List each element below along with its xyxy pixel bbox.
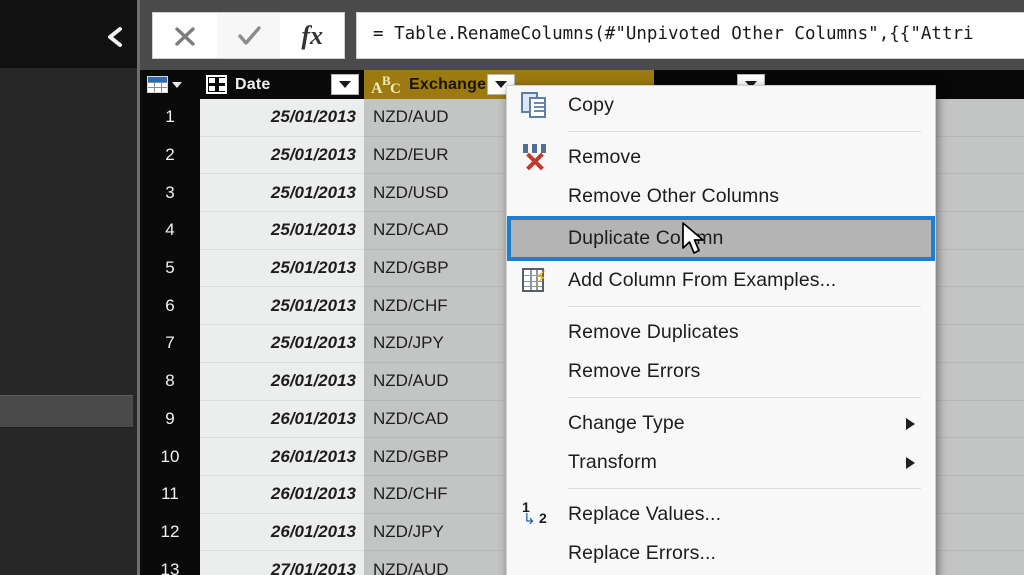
chevron-left-glyph <box>108 27 122 47</box>
row-number-cell[interactable]: 5 <box>140 249 200 288</box>
menu-item-remove-errors[interactable]: Remove Errors <box>507 352 935 391</box>
submenu-arrow-icon <box>906 456 915 469</box>
power-query-editor-window: fx = Table.RenameColumns(#"Unpivoted Oth… <box>0 0 1024 575</box>
date-cell[interactable]: 25/01/2013 <box>200 287 364 326</box>
date-cell[interactable]: 26/01/2013 <box>200 513 364 552</box>
add-column-examples-icon: ⚡ <box>521 267 551 295</box>
row-number-cell[interactable]: 2 <box>140 136 200 175</box>
menu-item-change-type[interactable]: Change Type <box>507 404 935 443</box>
row-number-cell[interactable]: 1 <box>140 99 200 137</box>
menu-item-replace-values[interactable]: 1 ↳ 2 Replace Values... <box>507 495 935 534</box>
menu-item-add-column-from-examples[interactable]: ⚡ Add Column From Examples... <box>507 261 935 300</box>
menu-item-label: Remove Duplicates <box>568 321 739 343</box>
replace-values-icon: 1 ↳ 2 <box>522 498 547 528</box>
date-cell[interactable]: 26/01/2013 <box>200 475 364 514</box>
date-cell[interactable]: 25/01/2013 <box>200 212 364 250</box>
menu-item-replace-errors[interactable]: Replace Errors... <box>507 534 935 573</box>
queries-sidebar <box>0 0 140 575</box>
menu-item-label: Change Type <box>568 412 685 434</box>
date-cell[interactable]: 25/01/2013 <box>200 99 364 137</box>
check-glyph <box>237 25 261 45</box>
row-number-cell[interactable]: 4 <box>140 212 200 250</box>
x-glyph <box>175 26 195 46</box>
row-number-cell[interactable]: 6 <box>140 287 200 326</box>
date-cell[interactable]: 25/01/2013 <box>200 174 364 213</box>
menu-item-label: Add Column From Examples... <box>568 269 837 291</box>
query-list-item-selected[interactable] <box>0 395 133 428</box>
menu-item-label: Replace Values... <box>568 503 722 525</box>
column-header-rownumber[interactable] <box>140 70 200 99</box>
accept-check-icon[interactable] <box>216 13 281 58</box>
row-number-cell[interactable]: 9 <box>140 400 200 439</box>
row-number-cell[interactable]: 7 <box>140 325 200 363</box>
date-cell[interactable]: 26/01/2013 <box>200 362 364 401</box>
fx-icon[interactable]: fx <box>280 13 344 58</box>
menu-separator <box>568 397 921 398</box>
column-filter-dropdown-date[interactable] <box>331 74 359 95</box>
menu-item-label: Copy <box>568 94 614 116</box>
row-number-cell[interactable]: 11 <box>140 475 200 514</box>
menu-item-label: Transform <box>568 451 658 473</box>
date-cell[interactable]: 25/01/2013 <box>200 136 364 175</box>
abc-text-type-icon: ABC <box>371 72 401 97</box>
menu-item-remove-other-columns[interactable]: Remove Other Columns <box>507 177 935 216</box>
menu-item-label: Replace Errors... <box>568 542 716 564</box>
chevron-down-icon[interactable] <box>172 81 182 88</box>
column-header-label: Date <box>235 75 271 93</box>
column-context-menu[interactable]: Copy Remove Remove Other Columns Duplicate … <box>506 85 936 575</box>
calendar-icon <box>206 75 227 94</box>
formula-input[interactable]: = Table.RenameColumns(#"Unpivoted Other … <box>356 12 1024 59</box>
menu-item-duplicate-column[interactable]: Duplicate Column <box>507 216 935 261</box>
column-header-date[interactable]: Date <box>200 70 364 99</box>
menu-item-label: Remove Other Columns <box>568 185 780 207</box>
row-number-cell[interactable]: 12 <box>140 513 200 552</box>
menu-item-remove[interactable]: Remove <box>507 138 935 177</box>
chevron-left-icon[interactable] <box>102 26 128 52</box>
table-icon <box>147 76 168 93</box>
formula-bar-buttons: fx <box>152 12 345 59</box>
menu-separator <box>568 488 921 489</box>
row-number-cell[interactable]: 10 <box>140 438 200 476</box>
menu-item-copy[interactable]: Copy <box>507 86 935 125</box>
formula-text: = Table.RenameColumns(#"Unpivoted Other … <box>373 24 974 44</box>
date-cell[interactable]: 25/01/2013 <box>200 325 364 363</box>
menu-item-label: Remove <box>568 146 642 168</box>
date-cell[interactable]: 25/01/2013 <box>200 249 364 288</box>
date-cell[interactable]: 27/01/2013 <box>200 551 364 575</box>
date-cell[interactable]: 26/01/2013 <box>200 438 364 476</box>
remove-column-icon <box>521 143 551 172</box>
menu-item-remove-duplicates[interactable]: Remove Duplicates <box>507 313 935 352</box>
menu-item-label: Remove Errors <box>568 360 701 382</box>
cancel-x-icon[interactable] <box>153 13 217 58</box>
menu-item-transform[interactable]: Transform <box>507 443 935 482</box>
row-number-cell[interactable]: 8 <box>140 362 200 401</box>
sidebar-header <box>0 0 140 68</box>
menu-item-label: Duplicate Column <box>568 227 724 249</box>
copy-icon <box>521 91 551 120</box>
menu-separator <box>568 306 921 307</box>
queries-list <box>0 68 140 575</box>
submenu-arrow-icon <box>906 417 915 430</box>
row-number-cell[interactable]: 3 <box>140 174 200 213</box>
date-cell[interactable]: 26/01/2013 <box>200 400 364 439</box>
row-number-cell[interactable]: 13 <box>140 551 200 575</box>
menu-separator <box>568 131 921 132</box>
formula-bar-area: fx = Table.RenameColumns(#"Unpivoted Oth… <box>140 0 1024 70</box>
